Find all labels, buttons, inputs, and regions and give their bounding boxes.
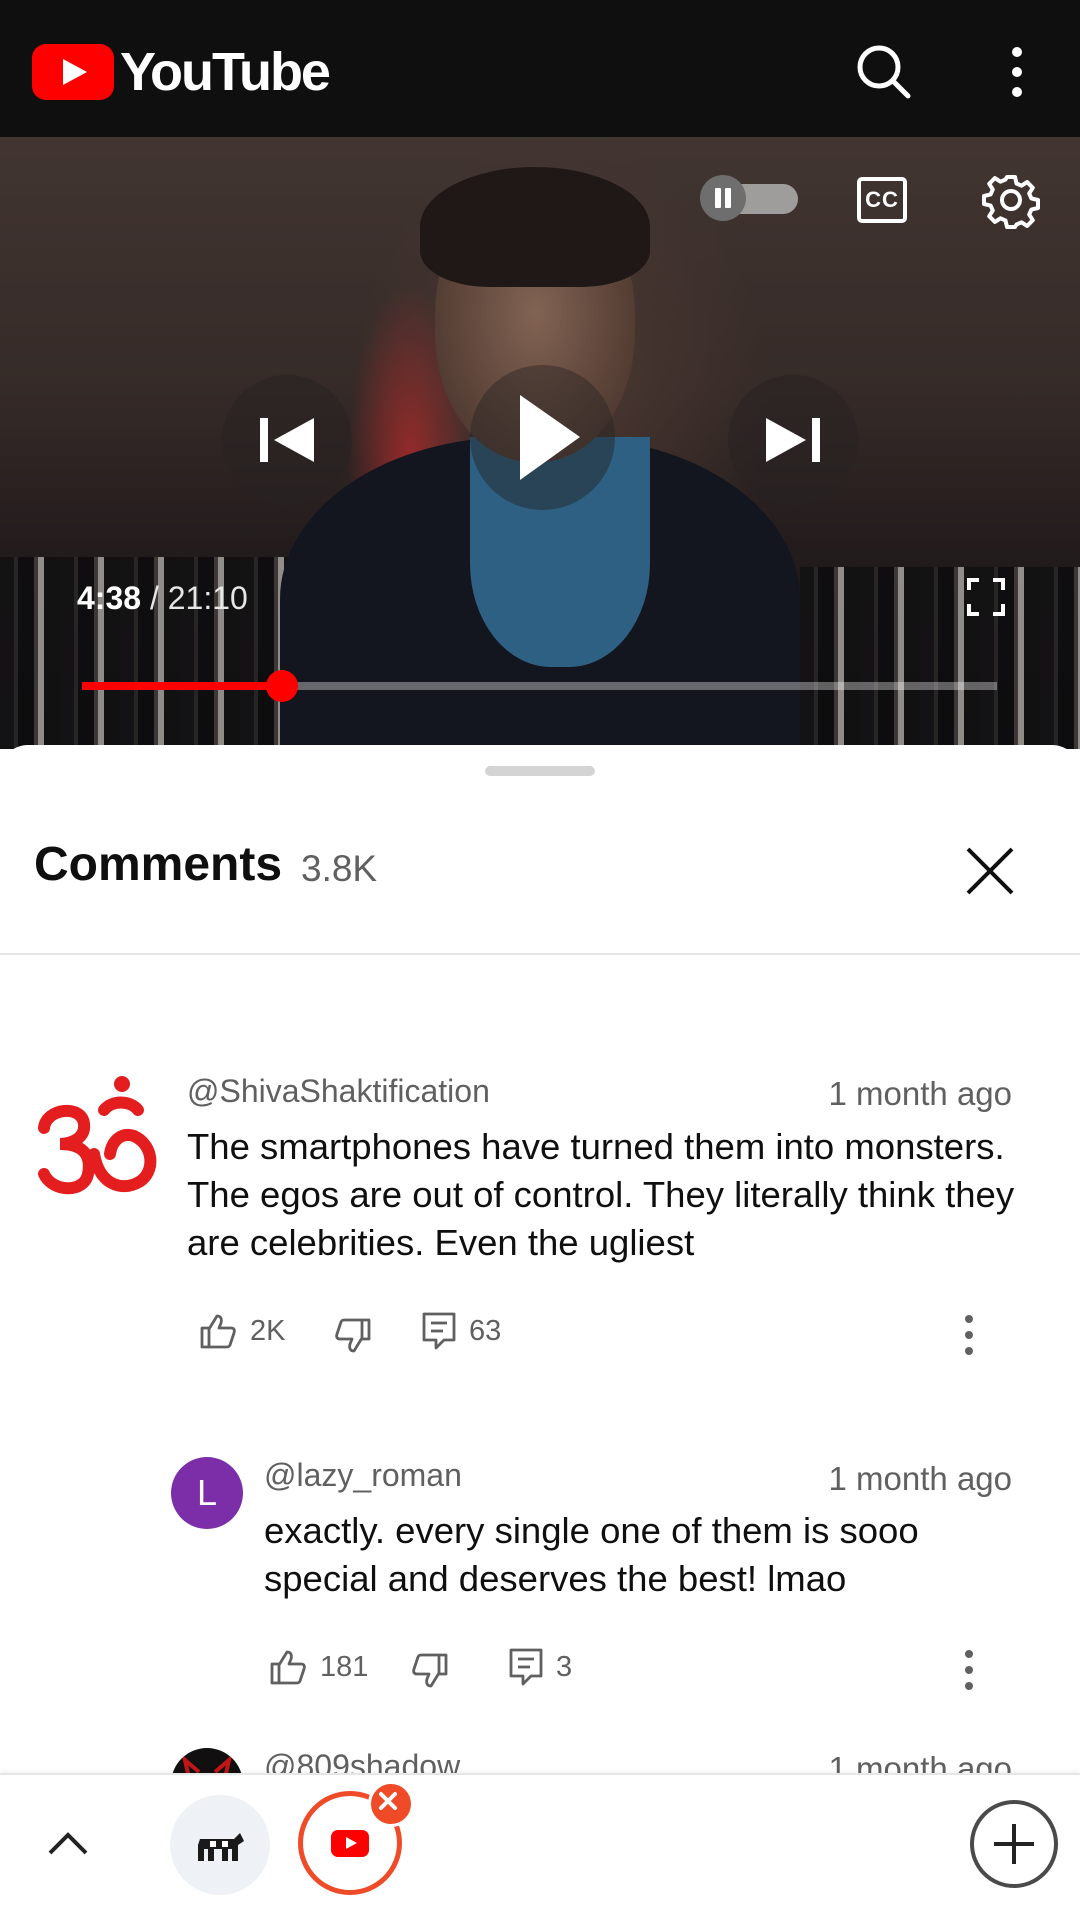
comment-time: 1 month ago (828, 1075, 1012, 1112)
video-player[interactable]: CC 4:38 / 21:10 (0, 137, 1080, 749)
chevron-up-icon[interactable] (40, 1817, 96, 1873)
more-options-icon[interactable] (962, 1650, 976, 1698)
like-count: 2K (250, 1314, 286, 1347)
skip-next-icon (766, 418, 820, 462)
time-display: 4:38 / 21:10 (77, 580, 248, 617)
comments-panel: Comments 3.8K @ShivaShaktification 1 mon… (0, 745, 1080, 1820)
pause-icon (700, 175, 746, 221)
play-icon (520, 395, 580, 480)
progress-bar[interactable] (82, 670, 997, 702)
time-separator: / (149, 580, 159, 616)
comments-count: 3.8K (301, 848, 378, 889)
youtube-logo[interactable]: YouTube (32, 42, 331, 102)
avatar[interactable]: L (171, 1457, 243, 1529)
comments-title: Comments (34, 838, 283, 891)
app-shortcut[interactable] (170, 1795, 270, 1895)
reply-count: 3 (556, 1650, 573, 1683)
like-button[interactable]: 2K (198, 1311, 285, 1351)
close-icon (379, 1792, 397, 1810)
previous-button[interactable] (222, 375, 352, 505)
drag-handle[interactable] (485, 766, 595, 776)
app-bar: YouTube (0, 0, 1080, 137)
thumbs-down-icon[interactable] (333, 1316, 373, 1356)
like-count: 181 (320, 1650, 369, 1683)
play-button[interactable] (470, 365, 615, 510)
current-time: 4:38 (77, 580, 142, 616)
thumbs-down-icon[interactable] (410, 1651, 450, 1691)
close-icon[interactable] (960, 841, 1020, 901)
reply-icon (509, 1648, 543, 1686)
youtube-wordmark: YouTube (120, 42, 331, 102)
add-icon (994, 1824, 1034, 1864)
app-icon (198, 1833, 244, 1861)
comment-author[interactable]: @lazy_roman (264, 1457, 462, 1494)
search-icon[interactable] (852, 40, 916, 104)
thumbs-up-icon (270, 1650, 306, 1685)
bottom-bar (0, 1773, 1080, 1913)
skip-previous-icon (260, 418, 314, 462)
reply-button[interactable]: 3 (508, 1647, 572, 1687)
played-bar (82, 682, 283, 690)
fullscreen-icon[interactable] (966, 577, 1006, 617)
reply-count: 63 (469, 1314, 502, 1347)
comment-time: 1 month ago (828, 1460, 1012, 1497)
next-button[interactable] (728, 375, 858, 505)
close-app-badge[interactable] (368, 1781, 414, 1827)
divider (0, 953, 1080, 955)
add-button[interactable] (970, 1800, 1058, 1888)
scrubber-handle[interactable] (266, 670, 299, 702)
reply-icon (422, 1312, 456, 1350)
captions-button[interactable]: CC (857, 177, 907, 223)
youtube-app-icon (331, 1830, 369, 1857)
comment-author[interactable]: @ShivaShaktification (187, 1073, 490, 1110)
comment-text: The smartphones have turned them into mo… (187, 1126, 1015, 1263)
gear-icon[interactable] (982, 173, 1040, 231)
more-options-icon[interactable] (962, 1315, 976, 1363)
comment-text: exactly. every single one of them is soo… (264, 1510, 919, 1599)
avatar[interactable] (30, 1070, 168, 1208)
like-button[interactable]: 181 (268, 1647, 368, 1687)
more-vertical-icon[interactable] (985, 40, 1049, 104)
duration: 21:10 (167, 580, 248, 616)
reply-button[interactable]: 63 (421, 1311, 501, 1351)
autoplay-toggle[interactable] (700, 175, 798, 221)
youtube-logo-icon (32, 44, 114, 100)
thumbs-up-icon (200, 1314, 236, 1349)
